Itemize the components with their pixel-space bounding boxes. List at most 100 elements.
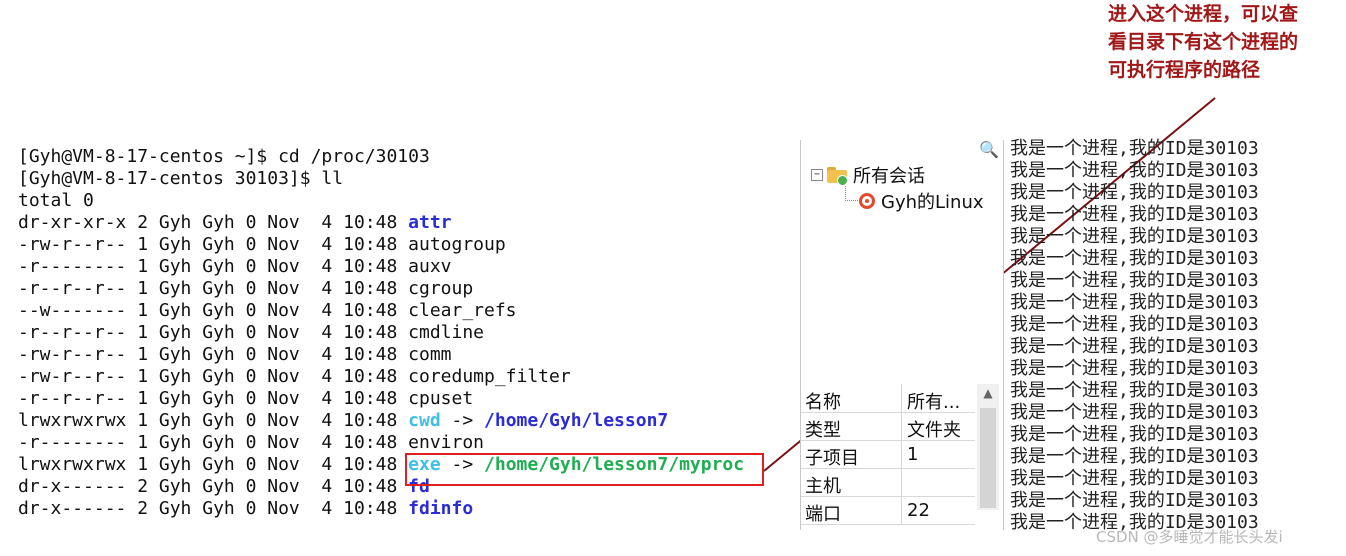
symlink-target: /home/Gyh/lesson7: [484, 410, 669, 431]
property-key: 子项目: [805, 448, 859, 469]
file-name: environ: [408, 432, 484, 453]
terminal-line: -r--r--r-- 1 Gyh Gyh 0 Nov 4 10:48 cmdli…: [18, 322, 798, 344]
property-value: 1: [907, 444, 919, 465]
terminal-line: total 0: [18, 190, 798, 212]
file-name: cpuset: [408, 388, 474, 409]
session-icon: [859, 193, 875, 209]
terminal-line: dr-x------ 2 Gyh Gyh 0 Nov 4 10:48 fdinf…: [18, 498, 798, 520]
property-value: 22: [907, 500, 930, 521]
property-key: 主机: [805, 476, 841, 497]
watermark: CSDN @多睡觉才能长头发i: [1096, 528, 1283, 546]
session-manager-panel: 🔍 − 所有会话 Gyh的Linux 名称 所有... 类型 文件夹子项目 1 主机端口 2…: [800, 140, 1004, 530]
file-name: clear_refs: [408, 300, 517, 321]
output-line: 我是一个进程,我的ID是30103: [1010, 248, 1259, 269]
output-line: 我是一个进程,我的ID是30103: [1010, 292, 1259, 313]
properties-scrollbar[interactable]: ▲: [977, 384, 999, 510]
file-name: comm: [408, 344, 452, 365]
scrollbar-thumb[interactable]: [980, 408, 996, 508]
column-divider: [901, 496, 902, 524]
terminal-line: -r-------- 1 Gyh Gyh 0 Nov 4 10:48 auxv: [18, 256, 798, 278]
terminal-line-prefix: -r--r--r-- 1 Gyh Gyh 0 Nov 4 10:48: [18, 278, 409, 299]
file-name: autogroup: [408, 234, 506, 255]
terminal-line-prefix: [Gyh@VM-8-17-centos ~]$ cd /proc/30103: [18, 146, 430, 167]
terminal-line-prefix: -r--r--r-- 1 Gyh Gyh 0 Nov 4 10:48: [18, 388, 409, 409]
output-line: 我是一个进程,我的ID是30103: [1010, 314, 1259, 335]
terminal-line-prefix: dr-x------ 2 Gyh Gyh 0 Nov 4 10:48: [18, 476, 409, 497]
symlink-arrow: ->: [440, 410, 485, 431]
terminal-line: [Gyh@VM-8-17-centos ~]$ cd /proc/30103: [18, 146, 798, 168]
file-name: cwd: [408, 410, 441, 431]
terminal-line: -rw-r--r-- 1 Gyh Gyh 0 Nov 4 10:48 cored…: [18, 366, 798, 388]
file-name: coredump_filter: [408, 366, 571, 387]
tree-item-session[interactable]: Gyh的Linux: [859, 190, 984, 213]
tree-connector-line: [845, 186, 858, 201]
output-line: 我是一个进程,我的ID是30103: [1010, 468, 1259, 489]
properties-table: 名称 所有... 类型 文件夹子项目 1 主机端口 22 ▲: [801, 384, 1001, 530]
column-divider: [901, 468, 902, 496]
terminal-line: -rw-r--r-- 1 Gyh Gyh 0 Nov 4 10:48 comm: [18, 344, 798, 366]
output-line: 我是一个进程,我的ID是30103: [1010, 204, 1259, 225]
terminal-line-prefix: -r--r--r-- 1 Gyh Gyh 0 Nov 4 10:48: [18, 322, 409, 343]
file-name: fdinfo: [408, 498, 474, 519]
output-line: 我是一个进程,我的ID是30103: [1010, 446, 1259, 467]
property-row: 名称 所有...: [801, 384, 975, 413]
terminal-line-prefix: [Gyh@VM-8-17-centos 30103]$ ll: [18, 168, 344, 189]
output-line: 我是一个进程,我的ID是30103: [1010, 358, 1259, 379]
file-name: attr: [408, 212, 452, 233]
file-name: cmdline: [408, 322, 484, 343]
terminal-line-prefix: -rw-r--r-- 1 Gyh Gyh 0 Nov 4 10:48: [18, 366, 409, 387]
terminal-line-prefix: -r-------- 1 Gyh Gyh 0 Nov 4 10:48: [18, 256, 409, 277]
file-name: auxv: [408, 256, 452, 277]
terminal-line-prefix: -r-------- 1 Gyh Gyh 0 Nov 4 10:48: [18, 432, 409, 453]
collapse-toggle-icon[interactable]: −: [811, 169, 823, 181]
terminal-line: -r-------- 1 Gyh Gyh 0 Nov 4 10:48 envir…: [18, 432, 798, 454]
property-row: 子项目 1: [801, 440, 975, 469]
property-key: 类型: [805, 420, 841, 441]
tree-item-label: 所有会话: [853, 166, 925, 187]
terminal-line-prefix: dr-x------ 2 Gyh Gyh 0 Nov 4 10:48: [18, 498, 409, 519]
terminal-line: -r--r--r-- 1 Gyh Gyh 0 Nov 4 10:48 cgrou…: [18, 278, 798, 300]
property-value: 文件夹: [907, 420, 961, 441]
folder-icon: [827, 167, 848, 186]
output-line: 我是一个进程,我的ID是30103: [1010, 402, 1259, 423]
program-output: 我是一个进程,我的ID是30103 我是一个进程,我的ID是30103 我是一个进程…: [1010, 138, 1310, 532]
output-line: 我是一个进程,我的ID是30103: [1010, 160, 1259, 181]
property-value: 所有...: [907, 392, 961, 413]
terminal-line-prefix: dr-xr-xr-x 2 Gyh Gyh 0 Nov 4 10:48: [18, 212, 409, 233]
terminal-line: lrwxrwxrwx 1 Gyh Gyh 0 Nov 4 10:48 cwd -…: [18, 410, 798, 432]
property-key: 名称: [805, 392, 841, 413]
terminal-line-prefix: -rw-r--r-- 1 Gyh Gyh 0 Nov 4 10:48: [18, 344, 409, 365]
output-line: 我是一个进程,我的ID是30103: [1010, 138, 1259, 159]
terminal-line: [Gyh@VM-8-17-centos 30103]$ ll: [18, 168, 798, 190]
output-line: 我是一个进程,我的ID是30103: [1010, 380, 1259, 401]
column-divider: [901, 384, 902, 412]
terminal-line: -rw-r--r-- 1 Gyh Gyh 0 Nov 4 10:48 autog…: [18, 234, 798, 256]
output-line: 我是一个进程,我的ID是30103: [1010, 424, 1259, 445]
terminal-line-prefix: --w------- 1 Gyh Gyh 0 Nov 4 10:48: [18, 300, 409, 321]
property-row: 端口 22: [801, 496, 975, 525]
terminal-line-prefix: -rw-r--r-- 1 Gyh Gyh 0 Nov 4 10:48: [18, 234, 409, 255]
exe-highlight-box: [405, 453, 764, 486]
property-row: 主机: [801, 468, 975, 497]
output-line: 我是一个进程,我的ID是30103: [1010, 336, 1259, 357]
terminal-line: -r--r--r-- 1 Gyh Gyh 0 Nov 4 10:48 cpuse…: [18, 388, 798, 410]
terminal-line: --w------- 1 Gyh Gyh 0 Nov 4 10:48 clear…: [18, 300, 798, 322]
terminal-line-prefix: total 0: [18, 190, 94, 211]
property-row: 类型 文件夹: [801, 412, 975, 441]
tree-item-label: Gyh的Linux: [881, 192, 984, 213]
file-name: cgroup: [408, 278, 474, 299]
tree-item-all-sessions[interactable]: − 所有会话: [811, 164, 925, 187]
output-line: 我是一个进程,我的ID是30103: [1010, 182, 1259, 203]
column-divider: [901, 440, 902, 468]
output-line: 我是一个进程,我的ID是30103: [1010, 226, 1259, 247]
terminal-line-prefix: lrwxrwxrwx 1 Gyh Gyh 0 Nov 4 10:48: [18, 410, 409, 431]
search-icon[interactable]: 🔍: [979, 140, 999, 159]
terminal-line: dr-xr-xr-x 2 Gyh Gyh 0 Nov 4 10:48 attr: [18, 212, 798, 234]
output-line: 我是一个进程,我的ID是30103: [1010, 490, 1259, 511]
column-divider: [901, 412, 902, 440]
scroll-up-icon[interactable]: ▲: [977, 386, 999, 406]
terminal-line-prefix: lrwxrwxrwx 1 Gyh Gyh 0 Nov 4 10:48: [18, 454, 409, 475]
session-tree: 🔍 − 所有会话 Gyh的Linux: [801, 140, 1001, 380]
output-line: 我是一个进程,我的ID是30103: [1010, 270, 1259, 291]
property-key: 端口: [805, 504, 841, 525]
